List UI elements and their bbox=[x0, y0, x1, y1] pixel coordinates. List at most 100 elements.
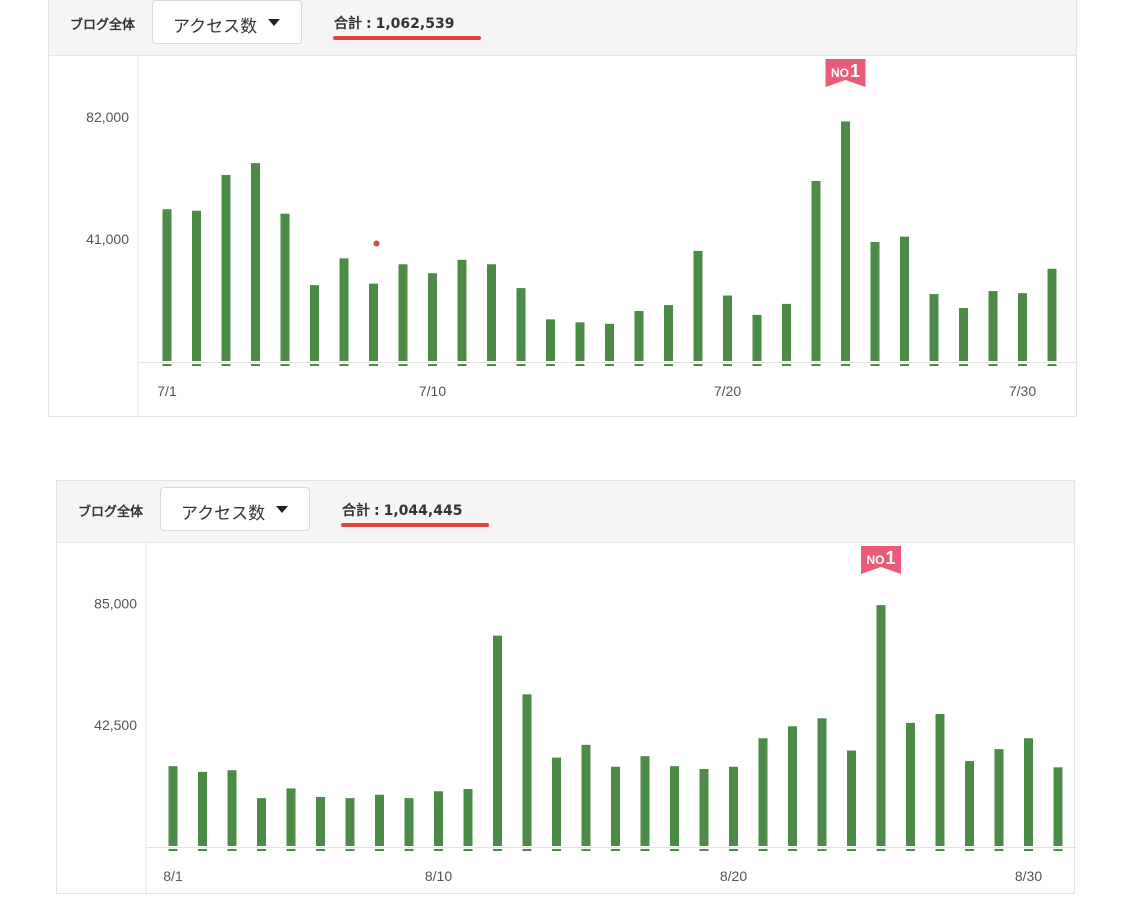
bar-base-mark bbox=[434, 849, 443, 851]
bar bbox=[870, 241, 880, 361]
bar-base-mark bbox=[345, 849, 355, 851]
bar-base-mark bbox=[522, 849, 532, 851]
bar-base-mark bbox=[699, 849, 709, 851]
bar-base-mark bbox=[575, 364, 585, 366]
bar-base-mark bbox=[463, 849, 473, 851]
bar-base-mark bbox=[900, 364, 909, 366]
bar-base-mark bbox=[876, 849, 886, 851]
bar bbox=[640, 756, 650, 846]
bar-base-mark bbox=[457, 364, 467, 366]
metric-select-value: アクセス数 bbox=[181, 504, 266, 524]
bar bbox=[876, 605, 886, 846]
x-tick-label: 8/30 bbox=[1015, 868, 1042, 884]
bar bbox=[758, 738, 768, 846]
bar-base-mark bbox=[404, 849, 414, 851]
metric-select[interactable]: アクセス数 bbox=[152, 0, 302, 44]
rank-badge: NO1 bbox=[825, 59, 866, 87]
bar bbox=[369, 283, 378, 361]
caret-down-icon bbox=[268, 19, 280, 26]
metric-select-value: アクセス数 bbox=[173, 17, 258, 37]
total-label: 合計 bbox=[342, 503, 370, 519]
total-underline bbox=[341, 523, 489, 527]
bar-base-mark bbox=[546, 364, 555, 366]
bar bbox=[493, 635, 502, 846]
bar-base-mark bbox=[257, 849, 266, 851]
bar bbox=[847, 750, 856, 846]
bar bbox=[310, 285, 319, 361]
bar-base-mark bbox=[847, 849, 856, 851]
bar-base-mark bbox=[493, 849, 502, 851]
x-tick-label: 7/20 bbox=[714, 383, 741, 399]
bar bbox=[841, 121, 850, 362]
bar-base-mark bbox=[841, 364, 850, 366]
bar-base-mark bbox=[375, 849, 384, 851]
y-tick-label: 85,000 bbox=[94, 596, 137, 612]
bar bbox=[522, 694, 532, 846]
bar bbox=[1018, 293, 1027, 361]
bar-base-mark bbox=[581, 849, 591, 851]
bar-base-mark bbox=[1024, 849, 1033, 851]
bar-base-mark bbox=[487, 364, 496, 366]
bar-base-mark bbox=[428, 364, 437, 366]
bar-base-mark bbox=[310, 364, 319, 366]
bar bbox=[693, 250, 703, 361]
bar bbox=[634, 311, 644, 361]
chart-panel-august: ブログ全体 アクセス数 合計:1,044,445 42,500 85,000 8/1… bbox=[56, 480, 1076, 894]
bar-base-mark bbox=[605, 364, 614, 366]
bar bbox=[487, 264, 496, 361]
bar bbox=[221, 175, 231, 361]
bar-base-mark bbox=[1047, 364, 1057, 366]
panel-header: ブログ全体 アクセス数 合計:1,044,445 bbox=[57, 481, 1074, 543]
bar-base-mark bbox=[994, 849, 1004, 851]
bar bbox=[994, 749, 1004, 846]
total-value: 1,062,539 bbox=[375, 16, 455, 32]
chart-panel-july: ブログ全体 アクセス数 合計:1,062,539 41,000 82,000 7/1… bbox=[48, 0, 1078, 417]
bar bbox=[404, 798, 414, 846]
bar-base-mark bbox=[339, 364, 349, 366]
rank-badge-number: 1 bbox=[850, 61, 860, 81]
bar bbox=[434, 791, 443, 846]
scope-label: ブログ全体 bbox=[70, 18, 136, 33]
bar-base-mark bbox=[693, 364, 703, 366]
bar bbox=[198, 771, 207, 846]
bar bbox=[929, 294, 939, 361]
bar bbox=[345, 798, 355, 846]
rank-badge-prefix: NO bbox=[866, 553, 884, 567]
bar bbox=[428, 273, 437, 361]
bar-base-mark bbox=[227, 849, 237, 851]
bar-base-mark bbox=[168, 849, 178, 851]
x-tick-label: 7/10 bbox=[419, 383, 446, 399]
bar-base-mark bbox=[369, 364, 378, 366]
bar bbox=[552, 757, 561, 846]
bar bbox=[605, 323, 614, 361]
bar bbox=[581, 744, 591, 846]
caret-down-icon bbox=[276, 506, 288, 513]
x-tick-label: 7/30 bbox=[1009, 383, 1036, 399]
bar-base-mark bbox=[906, 849, 915, 851]
rank-badge-prefix: NO bbox=[831, 66, 849, 80]
bar-base-mark bbox=[611, 849, 620, 851]
bar-base-mark bbox=[316, 849, 325, 851]
total-label: 合計 bbox=[334, 16, 362, 32]
bar-base-mark bbox=[221, 364, 231, 366]
bar bbox=[457, 259, 467, 361]
bar bbox=[168, 766, 178, 846]
bar-base-mark bbox=[251, 364, 260, 366]
bar-base-mark bbox=[988, 364, 998, 366]
bar-base-mark bbox=[670, 849, 679, 851]
bar bbox=[782, 303, 791, 361]
bar-base-mark bbox=[640, 849, 650, 851]
bar-base-mark bbox=[788, 849, 797, 851]
y-tick-label: 42,500 bbox=[94, 717, 137, 733]
y-tick-label: 82,000 bbox=[86, 109, 129, 125]
bar-base-mark bbox=[664, 364, 673, 366]
bar-base-mark bbox=[870, 364, 880, 366]
bar bbox=[699, 769, 709, 846]
x-tick-label: 8/1 bbox=[163, 868, 183, 884]
metric-select[interactable]: アクセス数 bbox=[160, 487, 310, 531]
x-tick-label: 8/10 bbox=[425, 868, 452, 884]
bar bbox=[162, 209, 172, 361]
bar bbox=[1053, 767, 1063, 846]
total-summary: 合計:1,044,445 bbox=[342, 503, 463, 519]
bar bbox=[251, 163, 260, 361]
